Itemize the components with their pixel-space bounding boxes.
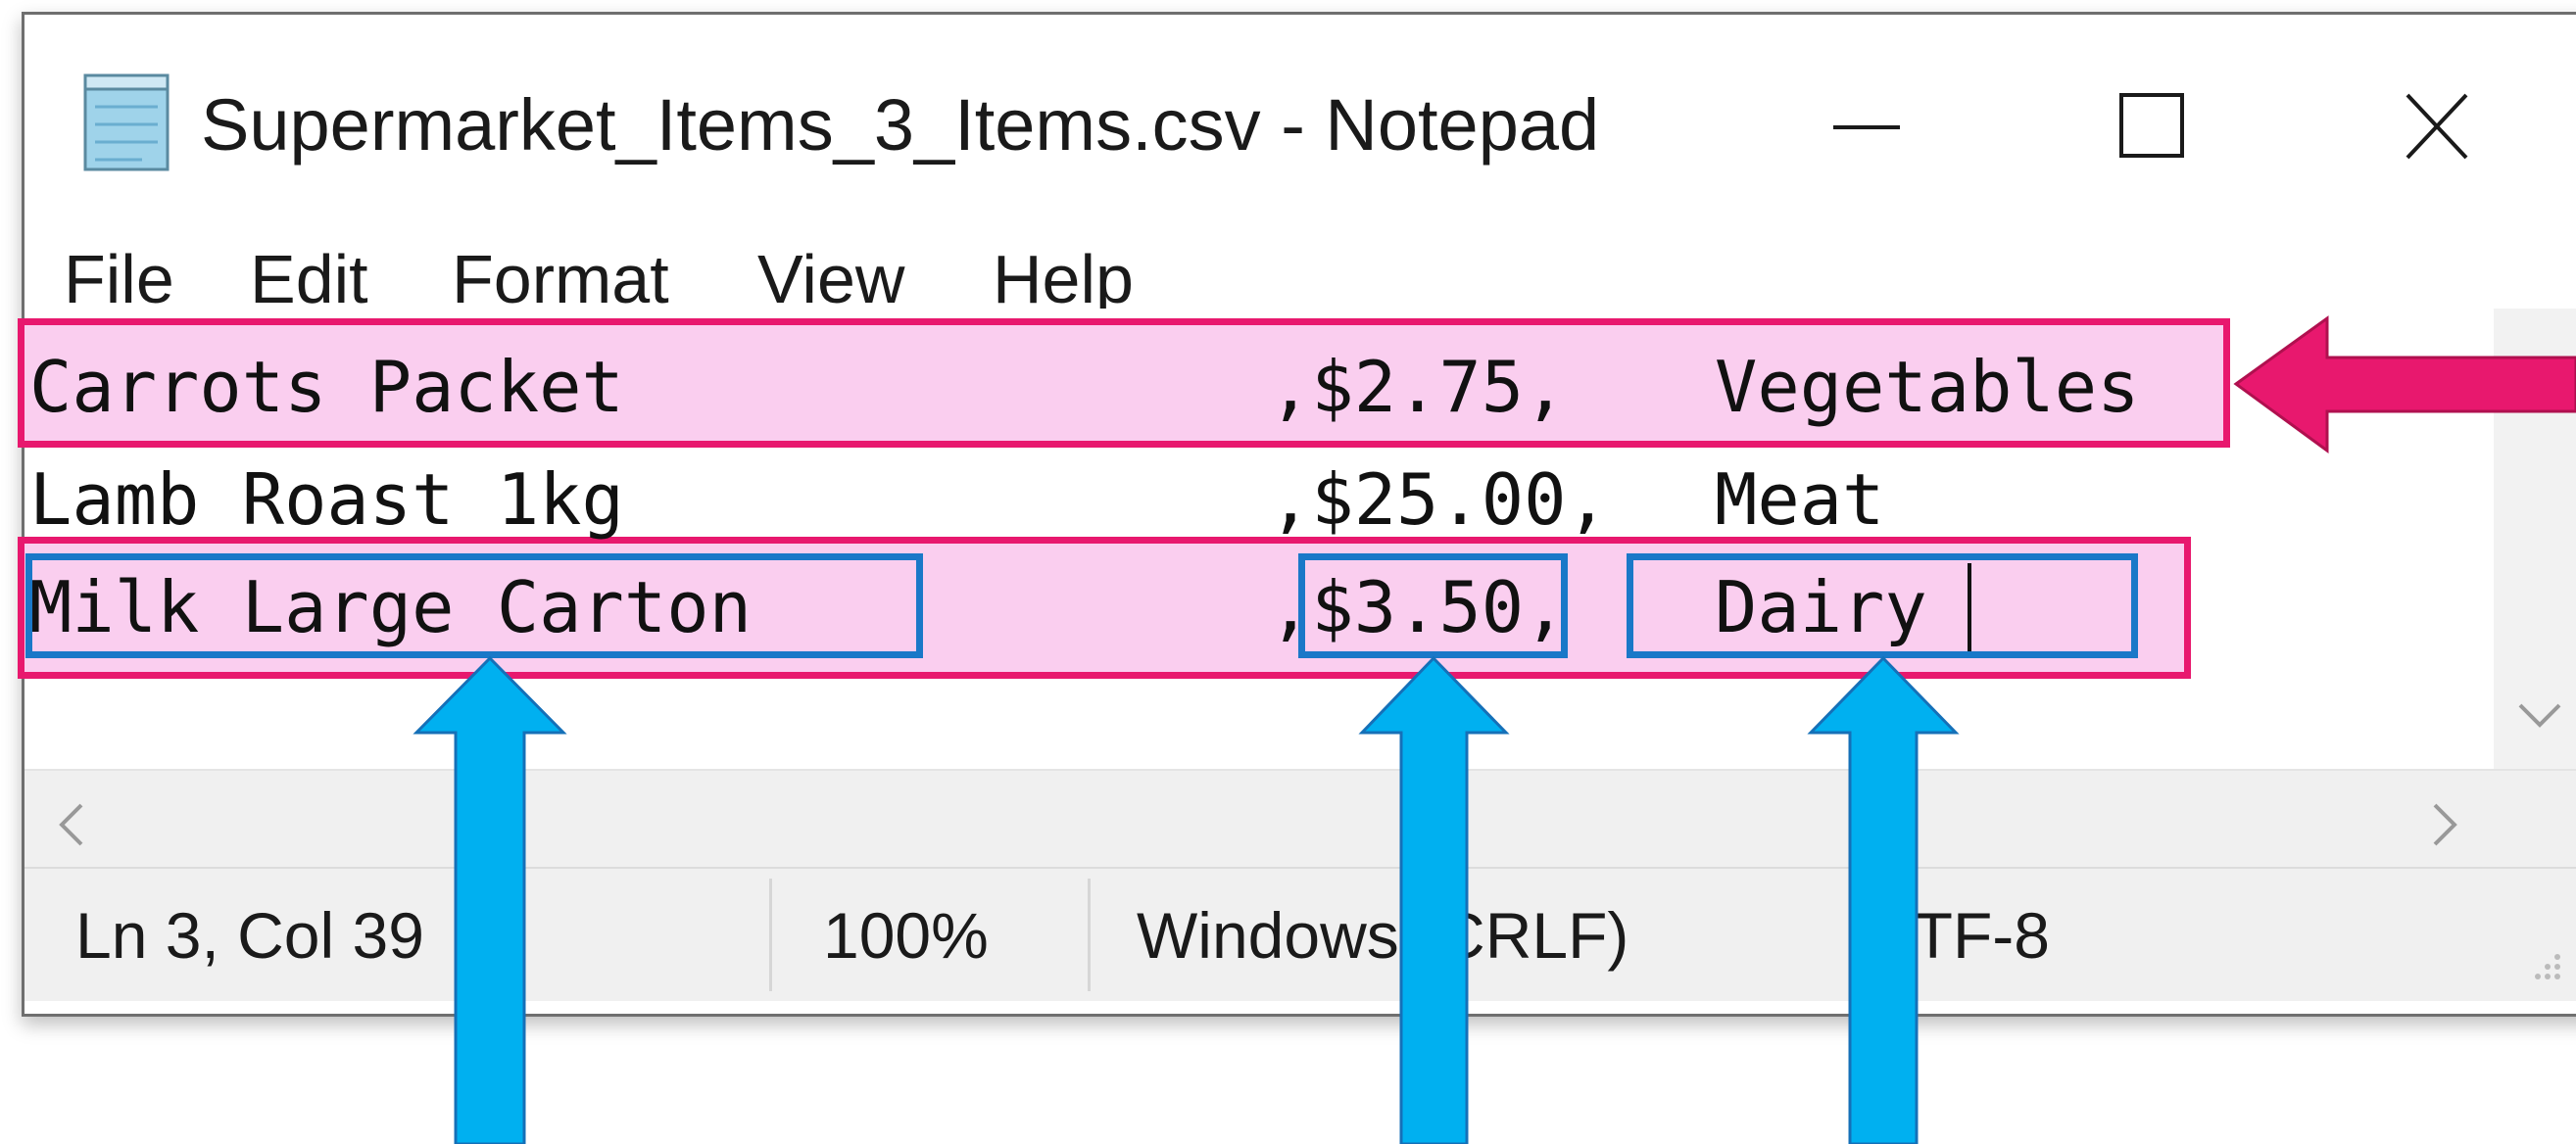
arrow-pink-left [2233, 315, 2576, 453]
callout-arrows [413, 315, 2576, 1144]
arrow-blue-up-category [1807, 655, 1960, 1144]
arrow-blue-up-name [413, 655, 567, 1144]
arrow-blue-up-price [1358, 655, 1510, 1144]
